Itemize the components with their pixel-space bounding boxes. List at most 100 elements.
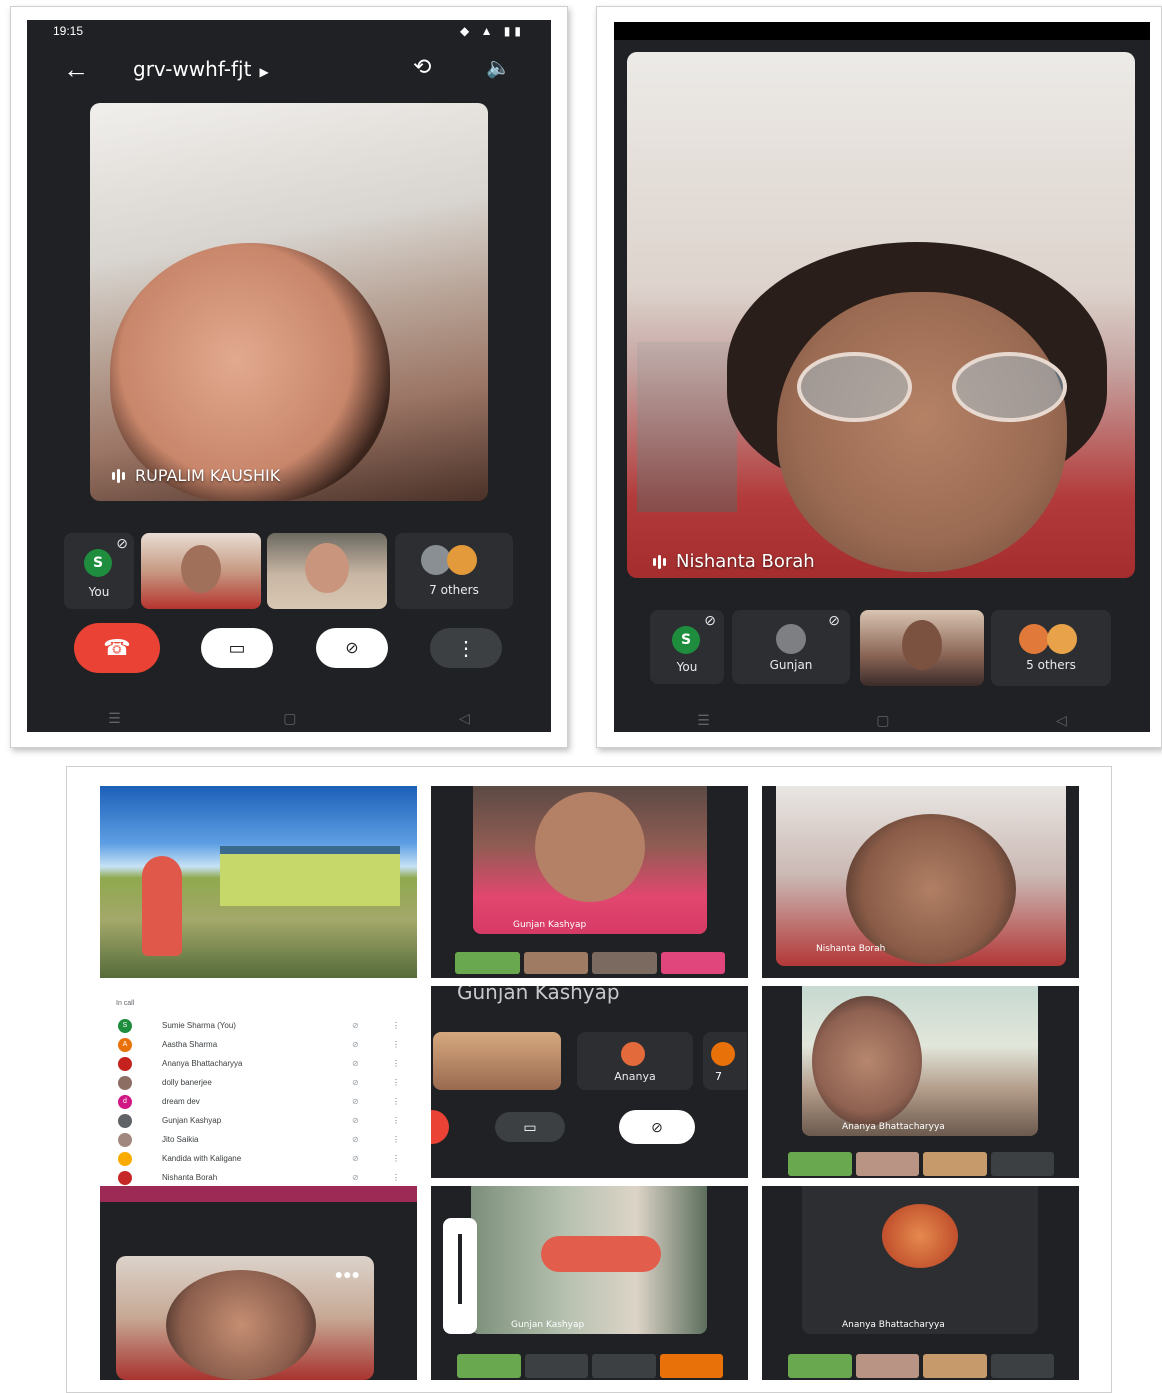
mic-off-icon: ⊘ <box>352 1021 359 1030</box>
phone-screen-1: 19:15 ◆ ▲ ▮▮ ← grv-wwhf-fjt ▶ ⟲ 🔈 RUPALIM… <box>27 20 551 732</box>
mini-strip <box>788 1152 1054 1176</box>
pink-banner <box>100 1186 417 1202</box>
speaker-icon[interactable]: 🔈 <box>486 55 511 80</box>
avatar <box>118 1113 132 1128</box>
mini-strip <box>455 952 725 974</box>
strip-tile-video[interactable] <box>860 610 984 686</box>
video: ●●● <box>116 1256 374 1380</box>
list-item[interactable]: Jito Saikia ⊘ ⋮ <box>118 1130 408 1149</box>
list-item[interactable]: Gunjan Kashyap ⊘ ⋮ <box>118 1111 408 1130</box>
list-item[interactable]: Nishanta Borah ⊘ ⋮ <box>118 1168 408 1187</box>
tile-name: Gunjan Kashyap <box>513 920 587 930</box>
avatar <box>118 1056 132 1071</box>
strip-tile-overflow[interactable]: 7 <box>703 1032 747 1090</box>
strip-label: You <box>88 585 110 599</box>
menu-icon[interactable]: ☰ <box>108 710 121 727</box>
avatar: A <box>118 1037 132 1052</box>
avatar: d <box>118 1094 132 1109</box>
mic-off-icon: ⊘ <box>352 1059 359 1068</box>
chevron-right-icon: ▶ <box>259 65 269 79</box>
android-nav-bar: ☰ ▢ ◁ <box>27 708 551 728</box>
list-item-name: Nishanta Borah <box>162 1173 218 1182</box>
main-video-tile[interactable]: RUPALIM KAUSHIK <box>90 103 488 501</box>
strip-tile-others[interactable]: 7 others <box>395 533 513 609</box>
avatar <box>621 1042 645 1066</box>
strip-label: Ananya <box>614 1070 656 1083</box>
back-icon[interactable]: ◁ <box>1056 712 1067 729</box>
audio-level-icon <box>653 554 666 569</box>
back-arrow-icon[interactable]: ← <box>63 54 89 85</box>
main-tile-name: RUPALIM KAUSHIK <box>112 466 280 485</box>
more-dots-icon[interactable]: ●●● <box>335 1266 360 1282</box>
volume-slider[interactable] <box>443 1218 477 1334</box>
switch-camera-icon[interactable]: ⟲ <box>413 54 431 80</box>
home-icon[interactable]: ▢ <box>876 712 889 729</box>
avatar <box>711 1042 735 1066</box>
more-vert-icon[interactable]: ⋮ <box>392 1116 408 1125</box>
end-call-button[interactable]: ☎ <box>74 623 160 673</box>
list-item[interactable]: dolly banerjee ⊘ ⋮ <box>118 1073 408 1092</box>
list-item[interactable]: d dream dev ⊘ ⋮ <box>118 1092 408 1111</box>
more-options-button[interactable]: ⋮ <box>430 628 502 668</box>
strip-label: Gunjan <box>769 658 813 672</box>
list-item[interactable]: A Aastha Sharma ⊘ ⋮ <box>118 1035 408 1054</box>
avatar <box>776 624 806 654</box>
meeting-code[interactable]: grv-wwhf-fjt ▶ <box>133 57 269 81</box>
strip-label: You <box>676 660 698 674</box>
avatar <box>882 1204 958 1268</box>
strip-tile-ananya[interactable]: Ananya <box>577 1032 693 1090</box>
avatar <box>118 1170 132 1185</box>
status-bar: 19:15 ◆ ▲ ▮▮ <box>27 20 551 46</box>
strip-tile-you[interactable]: S ⊘ You <box>650 610 724 684</box>
participant-face <box>812 996 922 1126</box>
strip-tile-you[interactable]: S ⊘ You <box>64 533 134 609</box>
android-nav-bar: ☰ ▢ ◁ <box>614 710 1150 730</box>
list-item[interactable]: S Sumie Sharma (You) ⊘ ⋮ <box>118 1016 408 1035</box>
more-vert-icon[interactable]: ⋮ <box>392 1173 408 1182</box>
mic-off-icon: ⊘ <box>352 1173 359 1182</box>
strip-tile-video[interactable] <box>433 1032 561 1090</box>
camera-off-button[interactable]: ▭ <box>201 628 273 668</box>
more-vert-icon[interactable]: ⋮ <box>392 1059 408 1068</box>
people-heading: In call <box>116 1000 135 1007</box>
mic-off-icon: ⊘ <box>704 612 716 628</box>
back-icon[interactable]: ◁ <box>459 710 470 727</box>
avatar <box>1019 624 1049 654</box>
more-vert-icon[interactable]: ⋮ <box>392 1135 408 1144</box>
main-tile-name: Nishanta Borah <box>653 551 815 572</box>
tile-name: Nishanta Borah <box>816 944 886 954</box>
list-item[interactable]: Ananya Bhattacharyya ⊘ ⋮ <box>118 1054 408 1073</box>
more-vert-icon[interactable]: ⋮ <box>392 1154 408 1163</box>
collage-tile-nishanta: Nishanta Borah <box>762 786 1079 978</box>
strip-label: 7 <box>715 1070 722 1083</box>
menu-icon[interactable]: ☰ <box>697 712 710 729</box>
strip-tile-video[interactable] <box>141 533 261 609</box>
video: Gunjan Kashyap <box>473 786 707 934</box>
more-vert-icon[interactable]: ⋮ <box>392 1078 408 1087</box>
avatar <box>118 1132 132 1147</box>
collage-tile-ananya-avatar: Ananya Bhattacharyya <box>762 1186 1079 1380</box>
participant-face <box>110 243 390 501</box>
mic-off-button[interactable]: ⊘ <box>619 1110 695 1144</box>
home-icon[interactable]: ▢ <box>283 710 296 727</box>
more-vert-icon[interactable]: ⋮ <box>392 1097 408 1106</box>
status-icons: ◆ ▲ ▮▮ <box>460 24 525 38</box>
list-item[interactable]: Kandida with Kaligane ⊘ ⋮ <box>118 1149 408 1168</box>
phone-screen-2: Nishanta Borah S ⊘ You ⊘ Gunjan 5 others… <box>614 22 1150 732</box>
participant-face <box>846 814 1016 964</box>
mic-off-button[interactable]: ⊘ <box>316 628 388 668</box>
strip-tile-video[interactable] <box>267 533 387 609</box>
strip-tile-others[interactable]: 5 others <box>991 610 1111 686</box>
mic-off-icon: ⊘ <box>352 1116 359 1125</box>
more-vert-icon[interactable]: ⋮ <box>392 1021 408 1030</box>
list-item-name: Sumie Sharma (You) <box>162 1021 236 1030</box>
main-video-tile[interactable]: Nishanta Borah <box>627 52 1135 578</box>
participant-face <box>535 792 645 902</box>
list-item-name: dream dev <box>162 1097 200 1106</box>
end-call-button[interactable] <box>431 1110 449 1144</box>
avatar <box>118 1151 132 1166</box>
list-item-name: Jito Saikia <box>162 1135 199 1144</box>
camera-button[interactable]: ▭ <box>495 1112 565 1142</box>
more-vert-icon[interactable]: ⋮ <box>392 1040 408 1049</box>
strip-tile-gunjan[interactable]: ⊘ Gunjan <box>732 610 850 684</box>
